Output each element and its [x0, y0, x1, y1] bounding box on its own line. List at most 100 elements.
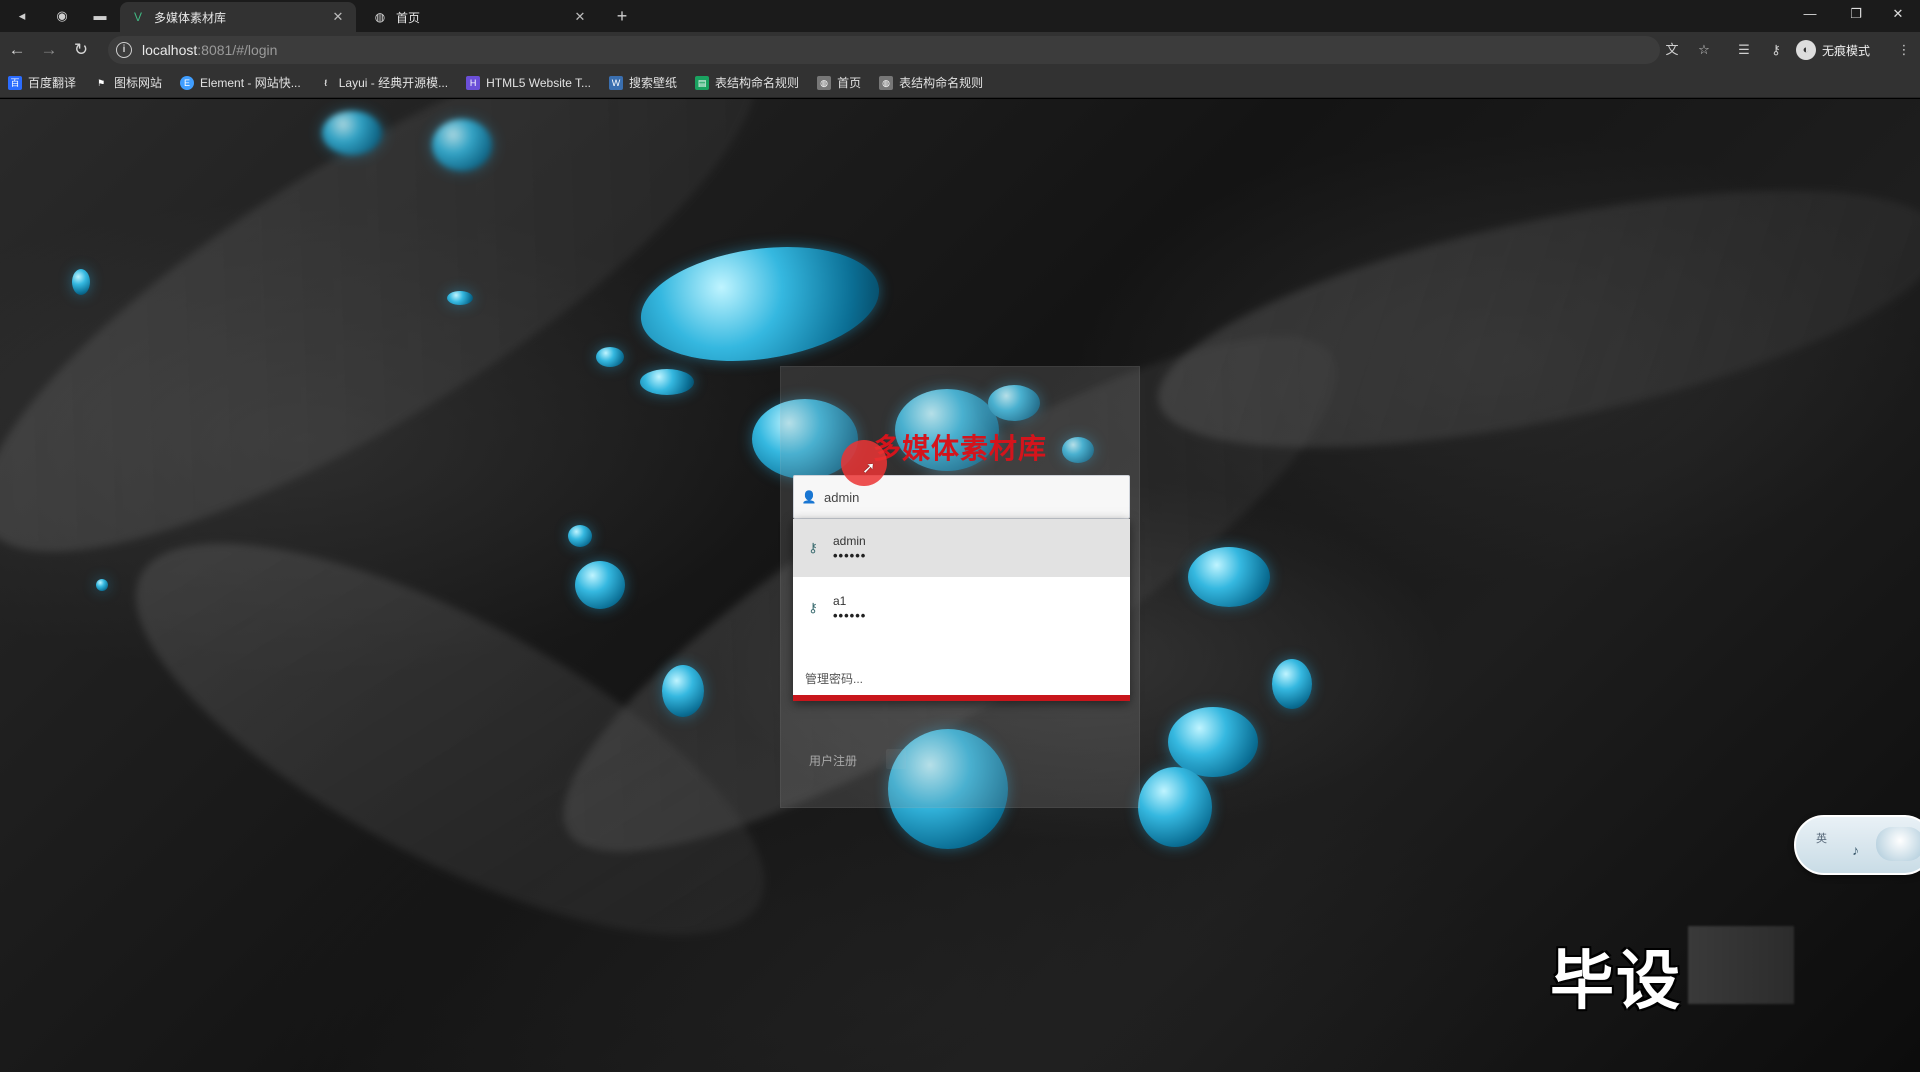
cloud-icon — [1876, 827, 1920, 861]
water-drop — [596, 347, 624, 367]
login-card: 多媒体素材库 👤 admin ⚷ admin •••••• ⚷ a1 •••••… — [780, 366, 1140, 808]
water-drop — [1272, 659, 1312, 709]
water-drop — [447, 291, 473, 305]
star-icon[interactable]: ☆ — [1694, 40, 1714, 60]
bookmark-table-naming-2[interactable]: ◍ 表结构命名规则 — [879, 74, 983, 91]
forward-button[interactable]: → — [36, 37, 62, 63]
autofill-option-a1[interactable]: ⚷ a1 •••••• — [793, 579, 1130, 637]
tab-search-icon[interactable]: ◉ — [50, 4, 74, 28]
site-info-icon[interactable]: i — [116, 42, 132, 58]
mic-icon: ♪ — [1852, 842, 1859, 858]
bookmark-label: 百度翻译 — [28, 76, 77, 90]
doc-icon: ▤ — [695, 75, 710, 90]
url-text: localhost:8081/#/login — [142, 42, 277, 58]
bookmark-icon-site[interactable]: ⚑ 图标网站 — [94, 74, 162, 91]
water-drop — [1168, 707, 1258, 777]
bookmark-label: 表结构命名规则 — [899, 76, 984, 90]
minimize-button[interactable]: — — [1788, 0, 1832, 28]
vue-icon: V — [133, 10, 142, 24]
widget-label: 英 — [1816, 833, 1827, 845]
autofill-option-admin[interactable]: ⚷ admin •••••• — [793, 519, 1130, 577]
bookmark-label: Element - 网站快... — [200, 76, 301, 90]
bookmark-label: HTML5 Website T... — [486, 75, 592, 90]
flag-icon: ⚑ — [96, 77, 106, 88]
username-value: admin — [824, 489, 860, 505]
bookmark-label: 首页 — [837, 76, 862, 90]
new-tab-button[interactable]: + — [610, 4, 634, 28]
water-drop — [432, 119, 492, 171]
tab-media-library[interactable]: V 多媒体素材库 ✕ — [120, 2, 356, 32]
baidu-translate-icon: 百 — [8, 75, 22, 90]
bookmark-table-naming[interactable]: ▤ 表结构命名规则 — [695, 74, 799, 91]
incognito-profile[interactable]: ◐ 无痕模式 — [1796, 40, 1870, 60]
bookmarks-bar: 百百度翻译 ⚑ 图标网站 E Element - 网站快... ℓ Layui - 经… — [0, 68, 1920, 98]
water-drop — [633, 232, 887, 376]
bookmark-baidu-translate[interactable]: 百百度翻译 — [8, 74, 76, 91]
bookmark-label: Layui - 经典开源模... — [338, 76, 449, 90]
bookmark-label: 表结构命名规则 — [715, 76, 800, 90]
bookmark-label: 图标网站 — [114, 76, 163, 90]
water-drop — [575, 561, 625, 609]
menu-icon[interactable]: ⋮ — [1894, 40, 1914, 60]
restore-button[interactable]: ❐ — [1834, 0, 1878, 28]
workspace-icon[interactable]: ▬ — [88, 4, 112, 28]
register-checkbox[interactable] — [886, 749, 906, 769]
globe-icon: ◍ — [817, 75, 832, 90]
tab-bar: ◂ ◉ ▬ V 多媒体素材库 ✕ ◍ 首页 ✕ + — ❐ ✕ — [0, 0, 1920, 32]
watermark-blur-mask — [1688, 926, 1794, 1004]
incognito-icon: ◐ — [1796, 40, 1816, 60]
autofill-entry: admin •••••• — [833, 533, 866, 563]
page-title: 多媒体素材库 — [872, 433, 1047, 464]
floating-assistant-widget[interactable]: 英 ♪ — [1794, 815, 1920, 875]
reload-button[interactable]: ↻ — [68, 37, 94, 63]
bookmark-element[interactable]: E Element - 网站快... — [180, 74, 301, 91]
url-host: localhost — [142, 42, 198, 58]
element-icon: E — [180, 75, 195, 90]
water-drop — [1138, 767, 1212, 847]
tab-title: 首页 — [396, 10, 421, 25]
address-bar[interactable]: i localhost:8081/#/login — [108, 36, 1660, 64]
key-icon: ⚷ — [808, 540, 818, 555]
video-watermark: 毕设 — [1550, 945, 1682, 1017]
tab-title: 多媒体素材库 — [154, 10, 227, 25]
url-path: :8081/#/login — [197, 42, 278, 58]
browser-toolbar: ← → ↻ i localhost:8081/#/login 文 ☆ ☰ ⚷ ◐… — [0, 32, 1920, 68]
autofill-entry: a1 •••••• — [833, 593, 866, 623]
key-icon[interactable]: ⚷ — [1766, 40, 1786, 60]
autofill-password-mask: •••••• — [833, 608, 867, 623]
bookmark-html5-templates[interactable]: H HTML5 Website T... — [466, 75, 592, 90]
background-leaf — [0, 99, 821, 638]
close-window-button[interactable]: ✕ — [1876, 0, 1920, 28]
password-autofill-dropdown: ⚷ admin •••••• ⚷ a1 •••••• 管理密码... — [793, 519, 1130, 701]
bookmark-wallpaper[interactable]: W 搜索壁纸 — [609, 74, 677, 91]
close-icon[interactable]: ✕ — [330, 9, 346, 25]
globe-icon: ◍ — [374, 10, 386, 24]
water-drop — [662, 665, 704, 717]
close-icon[interactable]: ✕ — [572, 9, 588, 25]
wallpaper-icon: W — [609, 75, 624, 90]
user-icon: 👤 — [801, 490, 817, 504]
globe-icon: ◍ — [879, 75, 894, 90]
water-drop — [72, 269, 90, 295]
autofill-username: a1 — [833, 594, 847, 608]
water-drop — [322, 111, 382, 155]
register-link[interactable]: 用户注册 — [809, 752, 857, 769]
cursor-icon: ➚ — [862, 460, 876, 477]
autofill-username: admin — [833, 534, 866, 548]
translate-icon[interactable]: 文 — [1662, 40, 1682, 60]
html5-template-icon: H — [466, 75, 481, 90]
water-drop — [1188, 547, 1270, 607]
bookmark-label: 搜索壁纸 — [629, 76, 678, 90]
reading-list-icon[interactable]: ☰ — [1734, 40, 1754, 60]
tab-audio-icon[interactable]: ◂ — [10, 4, 34, 28]
bookmark-home[interactable]: ◍ 首页 — [817, 74, 861, 91]
bookmark-layui[interactable]: ℓ Layui - 经典开源模... — [319, 74, 448, 91]
login-button-edge[interactable] — [793, 695, 1130, 701]
profile-label: 无痕模式 — [1822, 43, 1871, 58]
back-button[interactable]: ← — [4, 37, 30, 63]
username-input[interactable]: 👤 admin — [793, 475, 1130, 519]
water-drop — [96, 579, 108, 591]
manage-passwords-link[interactable]: 管理密码... — [793, 659, 1130, 697]
layui-icon: ℓ — [324, 77, 328, 88]
tab-home[interactable]: ◍ 首页 ✕ — [362, 2, 598, 32]
